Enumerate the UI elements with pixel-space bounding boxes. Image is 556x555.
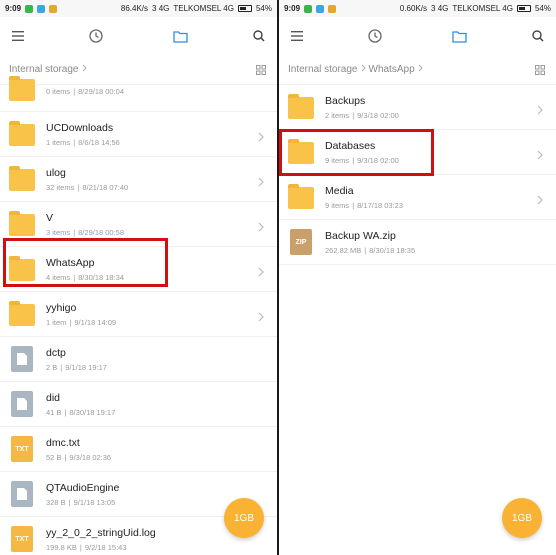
list-item[interactable]: V 3 items | 8/29/18 00:58	[0, 202, 277, 247]
status-bar: 9:09 86.4K/s 3 4G TELKOMSEL 4G 54%	[0, 0, 277, 17]
chevron-right-icon	[258, 129, 264, 147]
recent-clock-icon[interactable]	[367, 28, 383, 44]
file-icon	[11, 481, 33, 507]
status-battery: 54%	[534, 4, 551, 13]
folder-icon	[9, 76, 35, 101]
txt-file-icon: TXT	[11, 436, 33, 462]
app-notification-icon	[49, 4, 58, 13]
folder-tab-icon[interactable]	[172, 28, 188, 44]
folder-icon	[9, 166, 35, 191]
right-screenshot: 9:09 0.60K/s 3 4G TELKOMSEL 4G 54% Inter…	[279, 0, 556, 555]
status-time: 9:09	[5, 4, 22, 13]
recent-clock-icon[interactable]	[88, 28, 104, 44]
folder-icon	[9, 211, 35, 236]
menu-icon[interactable]	[10, 28, 26, 44]
folder-icon	[288, 139, 314, 164]
toolbar	[0, 17, 277, 55]
file-icon	[11, 346, 33, 372]
list-item[interactable]: ZIP Backup WA.zip 262.82 MB | 8/30/18 18:3…	[279, 220, 556, 265]
list-item[interactable]: 0 items | 8/29/18 00:04	[0, 67, 277, 112]
chevron-right-icon	[258, 309, 264, 327]
storage-fab-button[interactable]: 1GB	[502, 498, 542, 538]
app-notification-icon	[37, 4, 46, 13]
grid-view-icon[interactable]	[535, 65, 545, 78]
battery-icon	[237, 5, 252, 12]
storage-fab-button[interactable]: 1GB	[224, 498, 264, 538]
status-bar: 9:09 0.60K/s 3 4G TELKOMSEL 4G 54%	[279, 0, 556, 17]
chevron-right-icon	[537, 192, 543, 210]
search-icon[interactable]	[530, 28, 546, 44]
list-item[interactable]: Media 9 items | 8/17/18 03:23	[279, 175, 556, 220]
folder-icon	[9, 121, 35, 146]
file-list: 0 items | 8/29/18 00:04 UCDownloads 1 item…	[0, 67, 277, 555]
app-notification-icon	[316, 4, 325, 13]
chevron-right-icon	[258, 264, 264, 282]
chevron-right-icon	[537, 147, 543, 165]
folder-tab-icon[interactable]	[451, 28, 467, 44]
toolbar	[279, 17, 556, 55]
status-battery: 54%	[255, 4, 272, 13]
menu-icon[interactable]	[289, 28, 305, 44]
list-item-whatsapp[interactable]: WhatsApp 4 items | 8/30/18 18:34	[0, 247, 277, 292]
whatsapp-notification-icon	[25, 4, 34, 13]
zip-file-icon: ZIP	[290, 229, 312, 255]
txt-file-icon: TXT	[11, 526, 33, 552]
chevron-right-icon	[258, 174, 264, 192]
list-item[interactable]: TXT dmc.txt 52 B | 9/3/18 02:36	[0, 427, 277, 472]
breadcrumb-item[interactable]: WhatsApp	[369, 64, 415, 75]
status-network: 3 4G	[431, 4, 449, 13]
status-speed: 0.60K/s	[399, 4, 428, 13]
file-list: Backups 2 items | 9/3/18 02:00 Databases 9…	[279, 85, 556, 265]
folder-icon	[288, 94, 314, 119]
chevron-right-icon	[537, 102, 543, 120]
folder-icon	[288, 184, 314, 209]
status-time: 9:09	[284, 4, 301, 13]
app-notification-icon	[328, 4, 337, 13]
folder-icon	[9, 301, 35, 326]
list-item[interactable]: Backups 2 items | 9/3/18 02:00	[279, 85, 556, 130]
whatsapp-notification-icon	[304, 4, 313, 13]
breadcrumb: Internal storage WhatsApp	[279, 55, 556, 85]
list-item[interactable]: ulog 32 items | 8/21/18 07:40	[0, 157, 277, 202]
status-carrier: TELKOMSEL 4G	[173, 4, 234, 13]
left-screenshot: 9:09 86.4K/s 3 4G TELKOMSEL 4G 54% Inter…	[0, 0, 277, 555]
chevron-right-icon	[361, 64, 366, 75]
chevron-right-icon	[258, 219, 264, 237]
status-carrier: TELKOMSEL 4G	[452, 4, 513, 13]
chevron-right-icon	[418, 64, 423, 75]
list-item[interactable]: dctp 2 B | 9/1/18 19:17	[0, 337, 277, 382]
folder-icon	[9, 256, 35, 281]
list-item[interactable]: UCDownloads 1 items | 8/6/18 14:56	[0, 112, 277, 157]
search-icon[interactable]	[251, 28, 267, 44]
file-icon	[11, 391, 33, 417]
status-speed: 86.4K/s	[120, 4, 149, 13]
list-item[interactable]: yyhigo 1 item | 9/1/18 14:09	[0, 292, 277, 337]
status-network: 3 4G	[152, 4, 170, 13]
list-item-databases[interactable]: Databases 9 items | 9/3/18 02:00	[279, 130, 556, 175]
battery-icon	[516, 5, 531, 12]
list-item[interactable]: did 41 B | 8/30/18 19:17	[0, 382, 277, 427]
breadcrumb-item[interactable]: Internal storage	[288, 64, 358, 75]
